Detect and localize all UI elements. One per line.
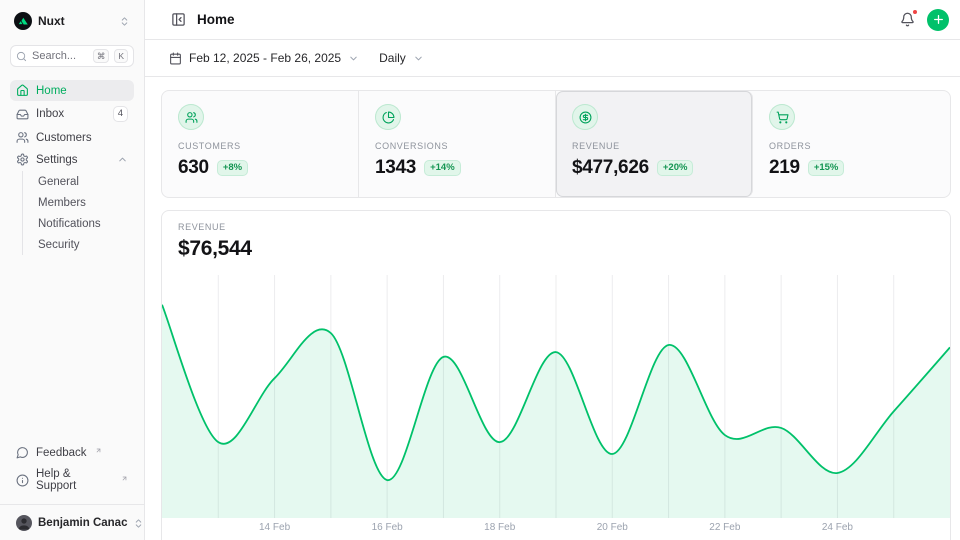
stat-card-revenue[interactable]: REVENUE $477,626 +20% [556, 91, 753, 197]
external-link-icon [121, 475, 128, 482]
stat-label: CUSTOMERS [178, 141, 342, 151]
dashboard-content: CUSTOMERS 630 +8% CONVERSIONS 1343 +14% [145, 77, 960, 540]
sidebar: Nuxt Search... ⌘ K Home [0, 0, 145, 540]
chart-value: $76,544 [178, 237, 934, 261]
add-button[interactable] [927, 9, 949, 31]
sidebar-item-label: Settings [36, 154, 78, 166]
revenue-area-chart [162, 275, 950, 518]
sidebar-item-label: Customers [36, 132, 92, 144]
x-tick-label: 20 Feb [597, 522, 628, 533]
stat-value: 630 [178, 157, 209, 179]
page-title: Home [197, 12, 235, 27]
stat-card-customers[interactable]: CUSTOMERS 630 +8% [162, 91, 359, 197]
panel-left-close-icon [171, 12, 186, 27]
plus-icon [932, 13, 945, 26]
dollar-circle-icon [572, 104, 598, 130]
sidebar-item-customers[interactable]: Customers [10, 127, 134, 148]
notification-dot [912, 9, 918, 15]
inbox-count-badge: 4 [113, 106, 128, 122]
app-window: Nuxt Search... ⌘ K Home [0, 0, 960, 540]
chart-title: REVENUE [178, 222, 934, 232]
stat-delta-badge: +15% [808, 160, 845, 176]
granularity-select[interactable]: Daily [379, 47, 424, 69]
stat-card-conversions[interactable]: CONVERSIONS 1343 +14% [359, 91, 556, 197]
x-tick-label: 14 Feb [259, 522, 290, 533]
filter-toolbar: Feb 12, 2025 - Feb 26, 2025 Daily [145, 40, 960, 77]
feedback-label: Feedback [36, 447, 87, 459]
x-tick-label: 24 Feb [822, 522, 853, 533]
user-menu[interactable]: Benjamin Canac [10, 512, 134, 534]
stat-value: 1343 [375, 157, 416, 179]
stats-row: CUSTOMERS 630 +8% CONVERSIONS 1343 +14% [161, 90, 951, 198]
sidebar-nav: Home Inbox 4 Customers Settings [10, 80, 134, 255]
stat-value: 219 [769, 157, 800, 179]
chart-header: REVENUE $76,544 [162, 211, 950, 261]
settings-submenu: General Members Notifications Security [22, 171, 134, 255]
date-range-label: Feb 12, 2025 - Feb 26, 2025 [189, 51, 341, 65]
help-support-label: Help & Support [36, 468, 113, 492]
sidebar-footer: Feedback Help & Support Benjamin [10, 442, 134, 534]
calendar-icon [169, 52, 182, 65]
x-tick-label: 22 Feb [709, 522, 740, 533]
workspace-name: Nuxt [38, 14, 113, 28]
main-area: Home Feb 12, 2 [145, 0, 960, 540]
pie-chart-icon [375, 104, 401, 130]
notifications-button[interactable] [898, 10, 917, 29]
sidebar-collapse-button[interactable] [169, 10, 188, 29]
sidebar-item-notifications[interactable]: Notifications [23, 213, 134, 234]
chevron-up-icon [117, 154, 128, 165]
chart-svg [162, 275, 950, 518]
stat-delta-badge: +8% [217, 160, 248, 176]
stat-label: ORDERS [769, 141, 934, 151]
stat-delta-badge: +14% [424, 160, 461, 176]
x-tick-label: 18 Feb [484, 522, 515, 533]
sidebar-item-settings[interactable]: Settings [10, 149, 134, 170]
help-support-link[interactable]: Help & Support [10, 464, 134, 496]
sidebar-item-security[interactable]: Security [23, 234, 134, 255]
nuxt-logo-icon [14, 12, 32, 30]
sidebar-item-label: Inbox [36, 108, 64, 120]
x-tick-label: 16 Feb [372, 522, 403, 533]
inbox-icon [16, 108, 29, 121]
topbar-actions [898, 9, 949, 31]
sidebar-item-label: Home [36, 85, 67, 97]
avatar [16, 515, 32, 531]
sidebar-divider [0, 504, 144, 505]
sidebar-item-inbox[interactable]: Inbox 4 [10, 102, 134, 126]
user-name: Benjamin Canac [38, 517, 127, 529]
search-input[interactable]: Search... ⌘ K [10, 45, 134, 67]
chevrons-up-down-icon [133, 518, 144, 529]
sidebar-item-home[interactable]: Home [10, 80, 134, 101]
stat-value: $477,626 [572, 157, 649, 179]
external-link-icon [95, 447, 102, 454]
revenue-chart-card: REVENUE $76,544 14 Feb 16 Feb 18 Feb 20 Feb… [161, 210, 951, 540]
stat-label: CONVERSIONS [375, 141, 539, 151]
workspace-switcher[interactable]: Nuxt [10, 10, 134, 32]
search-placeholder: Search... [32, 50, 88, 62]
kbd-cmd: ⌘ [93, 49, 110, 63]
granularity-label: Daily [379, 51, 406, 65]
date-range-button[interactable]: Feb 12, 2025 - Feb 26, 2025 [169, 47, 359, 69]
chevrons-up-down-icon [119, 16, 130, 27]
sidebar-item-general[interactable]: General [23, 171, 134, 192]
kbd-k: K [114, 49, 128, 63]
message-circle-icon [16, 446, 29, 459]
info-circle-icon [16, 474, 29, 487]
stat-card-orders[interactable]: ORDERS 219 +15% [753, 91, 950, 197]
search-icon [16, 51, 27, 62]
stat-delta-badge: +20% [657, 160, 694, 176]
feedback-link[interactable]: Feedback [10, 442, 134, 463]
users-icon [178, 104, 204, 130]
chart-x-axis: 14 Feb 16 Feb 18 Feb 20 Feb 22 Feb 24 Feb [162, 522, 950, 536]
users-icon [16, 131, 29, 144]
topbar: Home [145, 0, 960, 40]
house-icon [16, 84, 29, 97]
cart-icon [769, 104, 795, 130]
chevron-down-icon [413, 53, 424, 64]
stat-label: REVENUE [572, 141, 736, 151]
gear-icon [16, 153, 29, 166]
chevron-down-icon [348, 53, 359, 64]
sidebar-item-members[interactable]: Members [23, 192, 134, 213]
